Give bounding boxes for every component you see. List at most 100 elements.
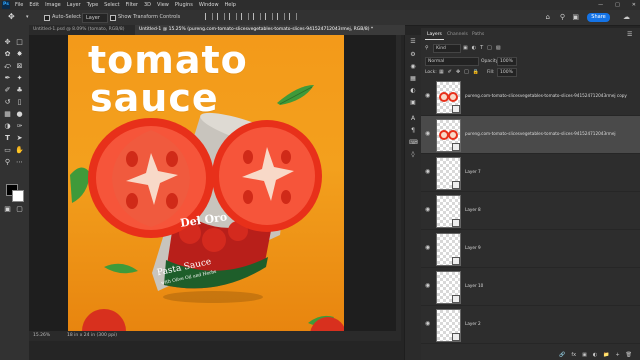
- share-button[interactable]: Share: [587, 13, 610, 22]
- layer-row[interactable]: ◉ pureng.com-tomato-slicesvegetables-toma…: [421, 116, 640, 154]
- eyedropper-icon[interactable]: ✒: [3, 74, 12, 83]
- more-tools-icon[interactable]: ⋯: [15, 158, 24, 167]
- hand-tool-icon[interactable]: ✋: [15, 146, 24, 155]
- align-bottom-icon[interactable]: [265, 13, 273, 20]
- tab-document-2[interactable]: Untitled-1 @ 15.25% (pureng.com-tomato-s…: [135, 25, 405, 35]
- layer-name[interactable]: Layer 10: [465, 282, 483, 290]
- more-options-icon[interactable]: [289, 13, 297, 20]
- menu-help[interactable]: Help: [225, 1, 236, 9]
- new-layer-icon[interactable]: +: [615, 350, 619, 360]
- menu-view[interactable]: View: [157, 1, 169, 9]
- auto-select-checkbox[interactable]: [44, 15, 50, 21]
- vertical-scrollbar[interactable]: [396, 35, 401, 331]
- opacity-field[interactable]: 100%: [497, 57, 517, 66]
- crop-tool-icon[interactable]: ⤽: [3, 62, 12, 71]
- workspace-icon[interactable]: ▣: [572, 13, 579, 21]
- adjustment-layer-icon[interactable]: ◐: [593, 350, 597, 360]
- chevron-down-icon[interactable]: ▾: [26, 15, 30, 20]
- lock-position-icon[interactable]: ✥: [456, 69, 460, 76]
- layer-row[interactable]: ◉ Layer 8: [421, 192, 640, 230]
- path-select-icon[interactable]: ➤: [15, 134, 24, 143]
- tab-document-1[interactable]: Untitled-1.psd @ 8.09% (tomato, RGB/8): [29, 25, 135, 35]
- rectangle-tool-icon[interactable]: ▭: [3, 146, 12, 155]
- menu-select[interactable]: Select: [104, 1, 119, 9]
- menu-plugins[interactable]: Plugins: [175, 1, 193, 9]
- minimize-icon[interactable]: —: [598, 1, 603, 9]
- cloud-icon[interactable]: ☁: [623, 13, 630, 21]
- clone-stamp-icon[interactable]: ♣: [15, 86, 24, 95]
- align-left-icon[interactable]: [205, 13, 213, 20]
- visibility-eye-icon[interactable]: ◉: [425, 92, 432, 99]
- layer-row[interactable]: ◉ Layer 2: [421, 306, 640, 344]
- visibility-eye-icon[interactable]: ◉: [425, 130, 432, 137]
- history-icon[interactable]: ☰: [409, 38, 417, 46]
- smart-object-filter-icon[interactable]: ▧: [496, 44, 501, 52]
- blend-mode-dropdown[interactable]: Normal: [425, 57, 479, 66]
- menu-file[interactable]: File: [15, 1, 23, 9]
- shape-filter-icon[interactable]: □: [487, 44, 492, 52]
- quick-mask-icon[interactable]: ▣: [3, 205, 12, 214]
- visibility-eye-icon[interactable]: ◉: [425, 244, 432, 251]
- link-layers-icon[interactable]: 🔗: [559, 350, 565, 360]
- screen-mode-icon[interactable]: ▢: [15, 205, 24, 214]
- visibility-eye-icon[interactable]: ◉: [425, 320, 432, 327]
- add-mask-icon[interactable]: ▣: [582, 350, 587, 360]
- tab-layers[interactable]: Layers: [425, 30, 444, 40]
- menu-layer[interactable]: Layer: [67, 1, 81, 9]
- tab-channels[interactable]: Channels: [445, 30, 470, 39]
- status-chevron-icon[interactable]: ›: [111, 332, 113, 340]
- eraser-icon[interactable]: ▯: [15, 98, 24, 107]
- artboard-tool-icon[interactable]: □: [15, 38, 24, 47]
- layer-row[interactable]: ◉ Layer 9: [421, 230, 640, 268]
- menu-image[interactable]: Image: [45, 1, 61, 9]
- menu-window[interactable]: Window: [199, 1, 219, 9]
- menu-edit[interactable]: Edit: [29, 1, 39, 9]
- layer-filter-kind[interactable]: Kind: [433, 44, 461, 53]
- layer-style-icon[interactable]: fx: [571, 350, 576, 360]
- properties-icon[interactable]: ⚙: [409, 51, 417, 59]
- libraries-icon[interactable]: ▣: [409, 99, 417, 107]
- distribute-icon[interactable]: [277, 13, 285, 20]
- align-middle-icon[interactable]: [253, 13, 261, 20]
- layer-name[interactable]: pureng.com-tomato-slicesvegetables-tomat…: [465, 130, 616, 138]
- search-icon[interactable]: ⚲: [560, 13, 565, 21]
- pen-tool-icon[interactable]: ✑: [15, 122, 24, 131]
- menu-filter[interactable]: Filter: [126, 1, 138, 9]
- frame-tool-icon[interactable]: ⊠: [15, 62, 24, 71]
- visibility-eye-icon[interactable]: ◉: [425, 168, 432, 175]
- glyphs-icon[interactable]: ⌨: [409, 139, 418, 147]
- lock-artboard-icon[interactable]: □: [464, 69, 469, 76]
- close-icon[interactable]: ✕: [632, 1, 636, 9]
- type-tool-icon[interactable]: T: [3, 134, 12, 143]
- zoom-tool-icon[interactable]: ⚲: [3, 158, 12, 167]
- swatches-icon[interactable]: ▦: [409, 75, 417, 83]
- character-icon[interactable]: A: [409, 115, 417, 123]
- color-icon[interactable]: ◉: [409, 63, 417, 71]
- brush-tool-icon[interactable]: ✐: [3, 86, 12, 95]
- lock-all-icon[interactable]: 🔒: [473, 69, 479, 76]
- lock-paint-icon[interactable]: ✐: [448, 69, 452, 76]
- gradient-tool-icon[interactable]: ▦: [3, 110, 12, 119]
- layer-name[interactable]: pureng.com-tomato-slicesvegetables-tomat…: [465, 92, 627, 100]
- dodge-tool-icon[interactable]: ◑: [3, 122, 12, 131]
- paragraph-icon[interactable]: ¶: [409, 127, 417, 135]
- home-icon[interactable]: ⌂: [546, 13, 550, 21]
- panel-menu-icon[interactable]: ☰: [627, 30, 632, 39]
- align-right-icon[interactable]: [229, 13, 237, 20]
- layer-name[interactable]: Layer 9: [465, 244, 481, 252]
- blur-tool-icon[interactable]: ●: [15, 110, 24, 119]
- align-top-icon[interactable]: [241, 13, 249, 20]
- adjustment-filter-icon[interactable]: ◐: [472, 44, 476, 52]
- move-tool-icon[interactable]: ✥: [3, 38, 12, 47]
- menu-3d[interactable]: 3D: [144, 1, 151, 9]
- visibility-eye-icon[interactable]: ◉: [425, 206, 432, 213]
- layer-row[interactable]: ◉ Layer 7: [421, 154, 640, 192]
- lock-transparency-icon[interactable]: ▦: [439, 69, 444, 76]
- delete-layer-icon[interactable]: 🗑: [626, 350, 632, 360]
- menu-type[interactable]: Type: [87, 1, 98, 9]
- tab-paths[interactable]: Paths: [470, 30, 486, 39]
- auto-select-target-dropdown[interactable]: Layer: [82, 13, 108, 23]
- quick-select-icon[interactable]: ✸: [15, 50, 24, 59]
- background-color-swatch[interactable]: [12, 190, 24, 202]
- pixel-filter-icon[interactable]: ▣: [463, 44, 468, 52]
